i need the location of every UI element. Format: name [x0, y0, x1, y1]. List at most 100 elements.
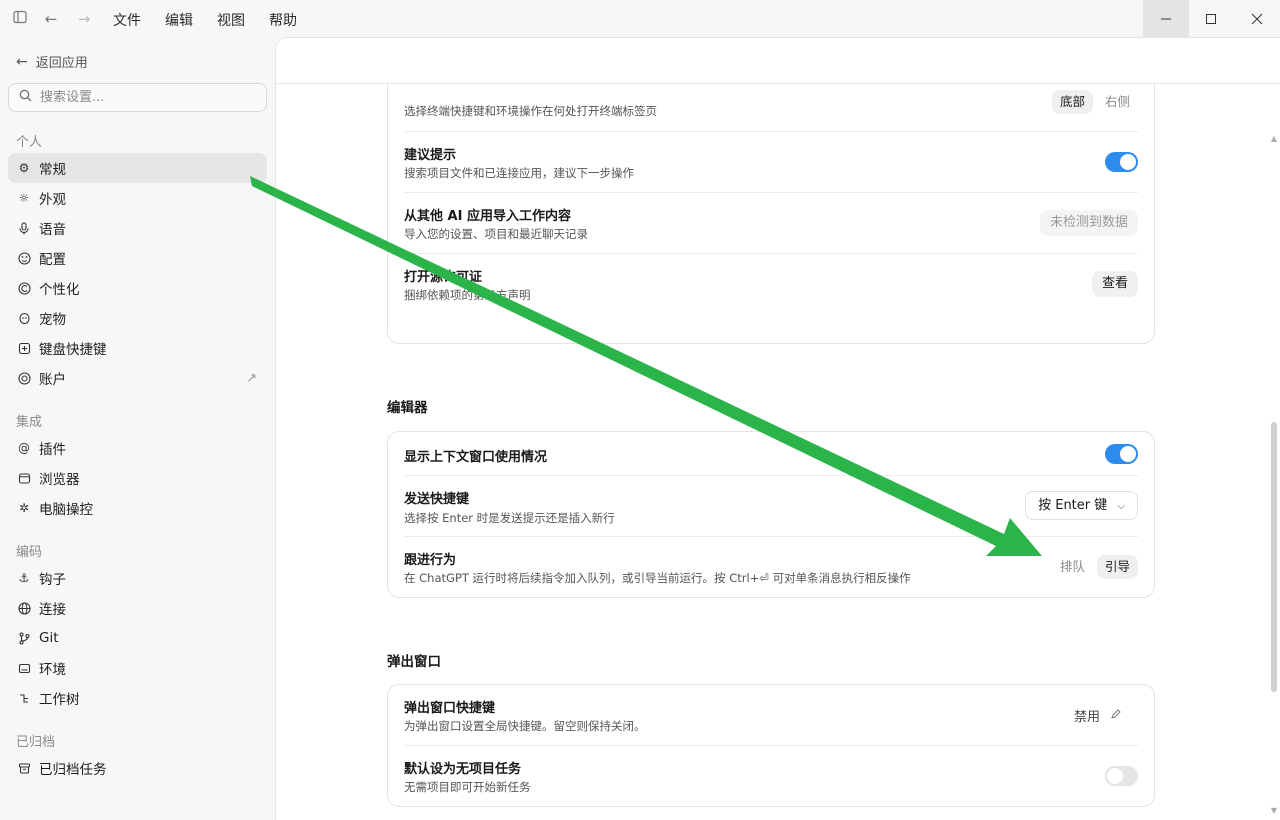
terminal-location-desc: 选择终端快捷键和环境操作在何处打开终端标签页 — [404, 104, 657, 118]
sidebar-item-browser[interactable]: 浏览器 — [8, 463, 267, 493]
editor-section-title: 编辑器 — [387, 400, 428, 416]
back-label: 返回应用 — [35, 56, 88, 71]
maximize-button[interactable] — [1188, 0, 1234, 37]
menu-edit[interactable]: 编辑 — [165, 10, 193, 30]
sidebar-item-label: 键盘快捷键 — [39, 342, 107, 358]
follow-behavior-row: 跟进行为 在 ChatGPT 运行时将后续指令加入队列，或引导当前运行。按 Ct… — [404, 537, 1138, 598]
forward-arrow-icon[interactable]: → — [74, 9, 94, 29]
no-project-toggle[interactable] — [1105, 766, 1138, 786]
minimize-button[interactable] — [1143, 0, 1189, 37]
menu-help[interactable]: 帮助 — [269, 10, 297, 30]
settings-main: 选择终端快捷键和环境操作在何处打开终端标签页 底部 右侧 建议提示 搜索项目文件… — [275, 37, 1280, 820]
monitor-icon — [17, 661, 31, 675]
sidebar-item-connections[interactable]: 连接 — [8, 593, 267, 623]
sidebar-item-label: 钩子 — [39, 572, 66, 588]
popup-shortcut-title: 弹出窗口快捷键 — [404, 701, 496, 716]
search-input[interactable] — [40, 90, 240, 105]
scrollbar-thumb[interactable] — [1271, 422, 1277, 692]
globe-icon — [17, 601, 31, 615]
sidebar-item-plugins[interactable]: @ 插件 — [8, 433, 267, 463]
anchor-icon: ⚓ — [18, 571, 30, 585]
sidebar-item-archived-tasks[interactable]: 已归档任务 — [8, 753, 267, 783]
no-project-title: 默认设为无项目任务 — [404, 762, 522, 777]
send-shortcut-desc: 选择按 Enter 时是发送提示还是插入新行 — [404, 511, 615, 525]
sidebar-item-label: 环境 — [39, 662, 66, 678]
sidebar-item-general[interactable]: ⚙ 常规 — [8, 153, 267, 183]
option-right[interactable]: 右侧 — [1097, 90, 1138, 114]
follow-behavior-desc: 在 ChatGPT 运行时将后续指令加入队列，或引导当前运行。按 Ctrl+⏎ … — [404, 571, 911, 585]
back-arrow-icon[interactable]: ← — [41, 9, 61, 29]
title-bar: ← → 文件 编辑 视图 帮助 — [0, 0, 1280, 37]
suggestions-title: 建议提示 — [404, 148, 457, 163]
follow-behavior-title: 跟进行为 — [404, 553, 457, 568]
sidebar-item-label: 个性化 — [39, 282, 80, 298]
import-ai-desc: 导入您的设置、项目和最近聊天记录 — [404, 227, 588, 241]
plugin-icon: @ — [18, 441, 30, 455]
no-project-row: 默认设为无项目任务 无需项目即可开始新任务 — [404, 746, 1138, 807]
settings-search[interactable] — [8, 83, 267, 112]
follow-behavior-segmented[interactable]: 排队 引导 — [1052, 555, 1138, 579]
suggestions-toggle[interactable] — [1105, 152, 1138, 172]
popup-shortcut-editor[interactable]: 禁用 — [1074, 706, 1122, 725]
sidebar-item-label: 宠物 — [39, 312, 66, 328]
option-bottom[interactable]: 底部 — [1051, 90, 1093, 114]
main-header — [276, 38, 1280, 84]
close-button[interactable] — [1234, 0, 1280, 37]
context-usage-toggle[interactable] — [1105, 444, 1138, 464]
external-link-icon: ↗ — [246, 370, 257, 386]
send-shortcut-select[interactable]: 按 Enter 键 ⌵ — [1025, 491, 1138, 520]
sidebar-item-config[interactable]: 配置 — [8, 243, 267, 273]
sidebar-item-label: 连接 — [39, 602, 66, 618]
suggestions-desc: 搜索项目文件和已连接应用，建议下一步操作 — [404, 166, 634, 180]
sidebar-item-label: 电脑操控 — [39, 502, 93, 518]
sidebar-item-label: 语音 — [39, 222, 66, 238]
scroll-down-arrow-icon[interactable]: ▼ — [1271, 806, 1277, 815]
git-branch-icon — [17, 631, 31, 645]
popup-shortcut-desc: 为弹出窗口设置全局快捷键。留空则保持关闭。 — [404, 719, 646, 733]
sidebar-item-personalization[interactable]: 个性化 — [8, 273, 267, 303]
sidebar-item-keyboard[interactable]: 键盘快捷键 — [8, 333, 267, 363]
context-usage-row: 显示上下文窗口使用情况 — [404, 432, 1138, 476]
menu-view[interactable]: 视图 — [217, 10, 245, 30]
sidebar-item-worktree[interactable]: 工作树 — [8, 683, 267, 713]
terminal-location-segmented[interactable]: 底部 右侧 — [1051, 90, 1138, 114]
account-icon — [17, 371, 31, 385]
view-licenses-button[interactable]: 查看 — [1091, 271, 1138, 297]
settings-sidebar: ← 返回应用 个人 ⚙ 常规 ☼ 外观 语音 配置 个性化 — [0, 37, 275, 820]
sun-icon: ☼ — [18, 191, 30, 205]
import-ai-status: 未检测到数据 — [1039, 210, 1138, 236]
arrow-left-icon: ← — [16, 53, 28, 70]
sidebar-item-label: 浏览器 — [39, 472, 80, 488]
popup-section-title: 弹出窗口 — [387, 654, 441, 670]
sidebar-item-account[interactable]: 账户 ↗ — [8, 363, 267, 393]
licenses-desc: 捆绑依赖项的第三方声明 — [404, 288, 531, 302]
licenses-title: 打开源许可证 — [404, 270, 483, 285]
sidebar-item-pets[interactable]: 宠物 — [8, 303, 267, 333]
section-integration: 集成 — [16, 415, 43, 430]
pencil-icon[interactable] — [1110, 708, 1122, 724]
sidebar-item-label: 配置 — [39, 252, 66, 268]
sidebar-item-hooks[interactable]: ⚓ 钩子 — [8, 563, 267, 593]
settings-scroll-area[interactable]: 选择终端快捷键和环境操作在何处打开终端标签页 底部 右侧 建议提示 搜索项目文件… — [276, 84, 1280, 820]
sidebar-item-label: 工作树 — [39, 692, 80, 708]
keyboard-icon — [17, 341, 31, 355]
menu-file[interactable]: 文件 — [113, 10, 141, 30]
option-steer[interactable]: 引导 — [1096, 555, 1138, 579]
sidebar-item-label: Git — [39, 630, 59, 646]
microphone-icon — [17, 221, 31, 235]
personalization-icon — [17, 281, 31, 295]
send-shortcut-title: 发送快捷键 — [404, 492, 470, 507]
editor-settings-card: 显示上下文窗口使用情况 发送快捷键 选择按 Enter 时是发送提示还是插入新行… — [387, 431, 1155, 598]
sidebar-item-label: 常规 — [39, 162, 66, 178]
sidebar-item-voice[interactable]: 语音 — [8, 213, 267, 243]
sidebar-item-computer-control[interactable]: ✲ 电脑操控 — [8, 493, 267, 523]
send-shortcut-value: 按 Enter 键 — [1038, 498, 1108, 513]
option-queue[interactable]: 排队 — [1052, 555, 1093, 579]
back-to-app-link[interactable]: ← 返回应用 — [16, 52, 88, 72]
sidebar-item-environment[interactable]: 环境 — [8, 653, 267, 683]
worktree-icon — [17, 691, 31, 705]
sidebar-item-appearance[interactable]: ☼ 外观 — [8, 183, 267, 213]
sidebar-item-git[interactable]: Git — [8, 623, 267, 653]
sidebar-toggle-icon[interactable] — [10, 9, 30, 29]
scroll-up-arrow-icon[interactable]: ▲ — [1271, 134, 1277, 143]
